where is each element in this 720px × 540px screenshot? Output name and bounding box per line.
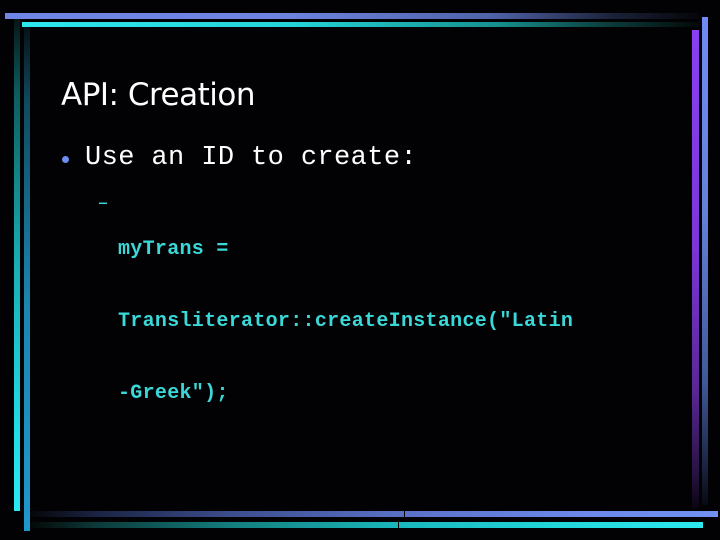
code-line: -Greek"); bbox=[118, 382, 229, 405]
code-line: myTrans = bbox=[118, 238, 229, 261]
frame-bottom-divider bbox=[398, 519, 399, 529]
bullet-text: Use an ID to create: bbox=[85, 143, 418, 173]
code-snippet: myTrans = Transliterator::createInstance… bbox=[118, 190, 573, 454]
frame-left-outer-bar bbox=[14, 19, 20, 511]
frame-left-inner-bar bbox=[24, 27, 30, 531]
frame-top-outer-bar bbox=[5, 13, 699, 19]
frame-bottom-outer-bar bbox=[30, 511, 718, 517]
frame-top-inner-bar bbox=[22, 22, 700, 27]
code-line: Transliterator::createInstance("Latin bbox=[118, 310, 574, 333]
bullet-dot-icon bbox=[62, 156, 69, 163]
frame-bottom-divider bbox=[404, 508, 405, 518]
slide-title: API: Creation bbox=[61, 77, 256, 113]
frame-bottom-inner-bar bbox=[30, 522, 703, 528]
frame-right-outer-bar bbox=[702, 17, 708, 505]
sub-bullet-item: – myTrans = Transliterator::createInstan… bbox=[98, 190, 573, 454]
bullet-item: Use an ID to create: bbox=[62, 145, 417, 172]
dash-icon: – bbox=[98, 190, 108, 214]
frame-right-inner-bar bbox=[692, 30, 699, 508]
